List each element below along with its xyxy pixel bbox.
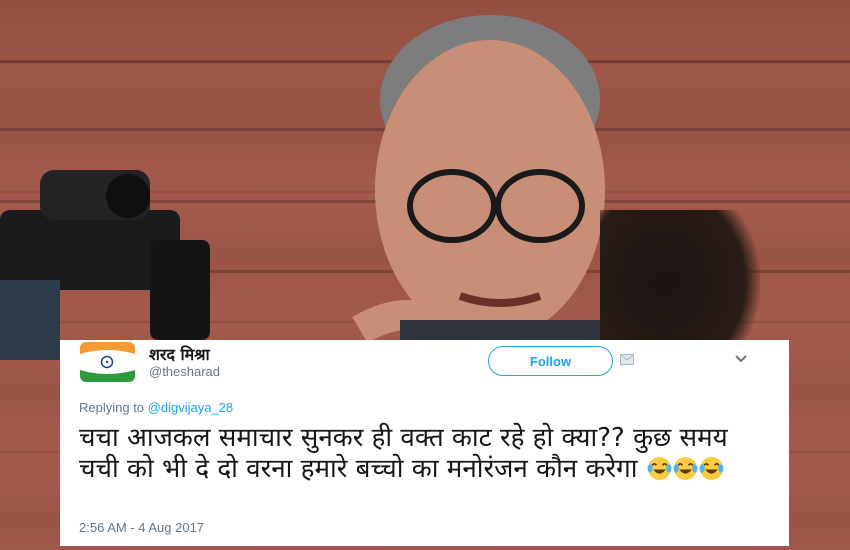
user-handle[interactable]: @thesharad bbox=[149, 364, 220, 379]
follow-button[interactable]: Follow bbox=[488, 346, 613, 376]
tears-of-joy-emoji-icon bbox=[673, 457, 698, 480]
tweet-body: चचा आजकल समाचार सुनकर ही वक्त काट रहे हो… bbox=[79, 423, 728, 484]
tweet-card: शरद मिश्रा @thesharad Follow Replying to… bbox=[60, 340, 789, 546]
person-silhouette bbox=[352, 15, 640, 350]
tears-of-joy-emoji-icon bbox=[699, 457, 724, 480]
direct-message-icon[interactable] bbox=[620, 354, 634, 365]
replying-prefix: Replying to bbox=[79, 400, 148, 415]
indian-flag-avatar[interactable] bbox=[80, 342, 135, 382]
tears-of-joy-emoji-icon bbox=[647, 457, 672, 480]
camera-silhouette bbox=[0, 170, 210, 360]
flag-icon bbox=[80, 342, 135, 382]
chevron-down-icon[interactable] bbox=[734, 354, 748, 364]
replying-mention-link[interactable]: @digvijaya_28 bbox=[148, 400, 233, 415]
tweet-timestamp[interactable]: 2:56 AM - 4 Aug 2017 bbox=[79, 520, 204, 535]
replying-to-line: Replying to @digvijaya_28 bbox=[79, 400, 233, 415]
display-name[interactable]: शरद मिश्रा bbox=[149, 343, 210, 365]
tweet-text: चचा आजकल समाचार सुनकर ही वक्त काट रहे हो… bbox=[79, 423, 769, 485]
